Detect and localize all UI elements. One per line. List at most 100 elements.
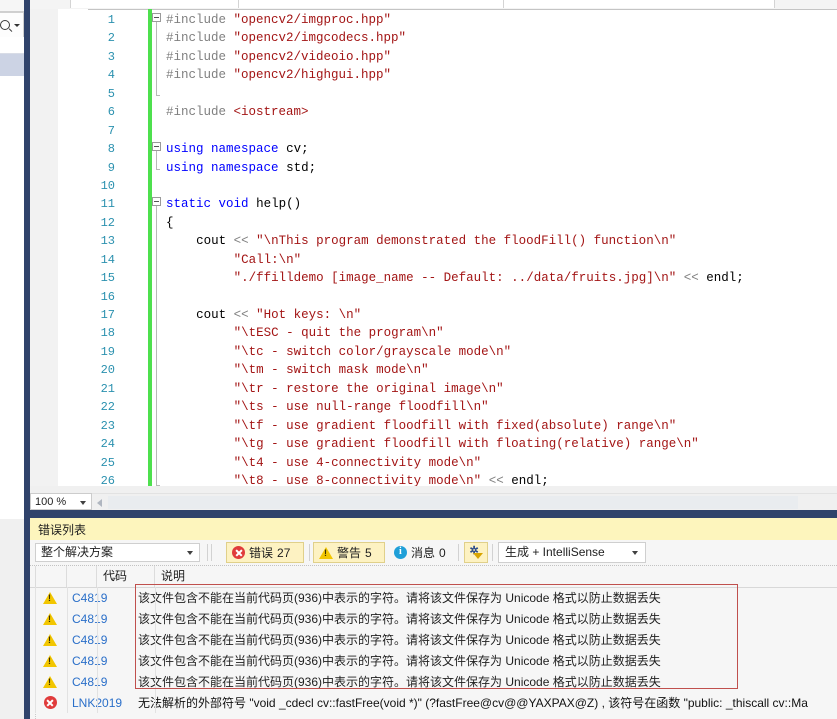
filter-toggle-button[interactable]: ✲ [464, 542, 488, 563]
chevron-down-icon [80, 501, 86, 505]
column-header-code-label: 代码 [103, 569, 128, 583]
row-description-cell: 该文件包含不能在当前代码页(936)中表示的字符。请将该文件保存为 Unicod… [138, 654, 661, 668]
line-number: 9 [107, 160, 115, 175]
toolbar-divider [211, 544, 212, 561]
code-line: static void help() [166, 197, 302, 212]
messages-filter-count: 0 [439, 545, 446, 560]
cell-divider [67, 608, 68, 629]
line-number: 25 [100, 455, 115, 470]
cell-divider [35, 692, 36, 713]
code-line: "\t8 - use 8-connectivity mode\n" << end… [233, 473, 549, 486]
table-row[interactable]: C4819 该文件包含不能在当前代码页(936)中表示的字符。请将该文件保存为 U… [30, 671, 837, 692]
scroll-left-button[interactable] [92, 494, 106, 511]
code-line: { [166, 215, 174, 230]
error-list-panel: 错误列表 整个解决方案 错误 27 警告 5 [30, 518, 837, 719]
fold-guide-line [156, 22, 160, 96]
cell-divider [155, 587, 156, 608]
cell-divider [97, 650, 98, 671]
warning-icon [319, 546, 333, 559]
zoom-level-dropdown[interactable]: 100 % [30, 493, 92, 510]
cell-divider [97, 671, 98, 692]
table-row[interactable]: C4819 该文件包含不能在当前代码页(936)中表示的字符。请将该文件保存为 U… [30, 629, 837, 650]
fold-toggle-icon[interactable] [152, 197, 161, 206]
table-row[interactable]: C4819 该文件包含不能在当前代码页(936)中表示的字符。请将该文件保存为 U… [30, 587, 837, 608]
code-line: "\tESC - quit the program\n" [233, 326, 444, 341]
code-editor[interactable]: 1 2 3 4 5 6 7 8 9 10 11 12 13 14 15 16 17 18 19 20 21 22 23 24 2… [30, 0, 837, 495]
code-line: using namespace cv; [166, 142, 309, 157]
code-line: "\tf - use gradient floodfill with fixed… [233, 418, 677, 433]
row-description-cell: 该文件包含不能在当前代码页(936)中表示的字符。请将该文件保存为 Unicod… [138, 612, 661, 626]
table-row[interactable]: C4819 该文件包含不能在当前代码页(936)中表示的字符。请将该文件保存为 U… [30, 650, 837, 671]
navbar-member-dropdown[interactable] [503, 0, 775, 8]
cell-divider [35, 671, 36, 692]
fold-toggle-icon[interactable] [152, 142, 161, 151]
row-description-cell: 该文件包含不能在当前代码页(936)中表示的字符。请将该文件保存为 Unicod… [138, 633, 661, 647]
chevron-down-icon [632, 551, 638, 555]
column-header-sort[interactable]: ⌐ [67, 566, 117, 587]
source-filter-dropdown[interactable]: 生成 + IntelliSense [498, 542, 646, 563]
navbar-type-dropdown[interactable] [238, 0, 505, 8]
row-code-cell: C4819 [72, 674, 108, 689]
warnings-filter-count: 5 [365, 545, 372, 560]
error-list-toolbar: 整个解决方案 错误 27 警告 5 消息 0 [30, 540, 837, 566]
left-stub-row-selected [0, 54, 24, 76]
cell-divider [97, 692, 98, 713]
left-stub-row-light [0, 37, 24, 54]
editor-horizontal-scrollbar[interactable] [92, 493, 837, 511]
cell-divider [155, 629, 156, 650]
left-stub-body [0, 76, 24, 519]
table-row[interactable]: C4819 该文件包含不能在当前代码页(936)中表示的字符。请将该文件保存为 U… [30, 608, 837, 629]
left-stub-top-strip [0, 0, 24, 12]
line-number: 15 [100, 271, 115, 286]
source-filter-value: 生成 + IntelliSense [505, 545, 605, 559]
line-number: 2 [107, 31, 115, 46]
code-line: "\tr - restore the original image\n" [233, 381, 504, 396]
column-header-severity[interactable] [35, 566, 67, 587]
cell-divider [97, 608, 98, 629]
line-number: 23 [100, 418, 115, 433]
cell-divider [35, 650, 36, 671]
cell-divider [67, 629, 68, 650]
outlining-column [152, 9, 166, 486]
navbar-project-dropdown[interactable] [70, 0, 240, 8]
code-line: #include "opencv2/videoio.hpp" [166, 49, 392, 64]
errors-filter-button[interactable]: 错误 27 [226, 542, 304, 563]
error-icon [232, 546, 245, 559]
column-header-description[interactable]: 说明 [155, 566, 837, 587]
scope-filter-dropdown[interactable]: 整个解决方案 [35, 543, 200, 562]
code-line: cout << "Hot keys: \n" [196, 308, 362, 322]
row-code-cell: C4819 [72, 611, 108, 626]
row-code-cell: C4819 [72, 632, 108, 647]
fold-toggle-icon[interactable] [152, 13, 161, 22]
line-number: 10 [100, 178, 115, 193]
line-number: 3 [107, 49, 115, 64]
warning-icon [43, 633, 57, 646]
scrollbar-thumb[interactable] [108, 496, 798, 509]
error-list-rows[interactable]: C4819 该文件包含不能在当前代码页(936)中表示的字符。请将该文件保存为 U… [30, 587, 837, 719]
error-list-title-bar[interactable]: 错误列表 [30, 518, 837, 541]
column-header-code[interactable]: 代码 [97, 566, 155, 587]
row-description-cell: 该文件包含不能在当前代码页(936)中表示的字符。请将该文件保存为 Unicod… [138, 675, 661, 689]
warning-icon [43, 591, 57, 604]
line-number: 5 [107, 86, 115, 101]
table-row[interactable]: LNK2019 无法解析的外部符号 "void _cdecl cv::fastFr… [30, 692, 837, 713]
messages-filter-button[interactable]: 消息 0 [388, 542, 460, 563]
line-number: 4 [107, 68, 115, 83]
line-number: 18 [100, 326, 115, 341]
errors-filter-count: 27 [277, 545, 291, 560]
search-dropdown-button[interactable] [0, 12, 24, 38]
warnings-filter-button[interactable]: 警告 5 [313, 542, 385, 563]
warning-icon [43, 675, 57, 688]
line-number: 21 [100, 381, 115, 396]
toolbar-divider [458, 544, 459, 561]
code-text-area[interactable]: #include "opencv2/imgproc.hpp" #include "… [166, 9, 837, 486]
cell-divider [155, 692, 156, 713]
triangle-left-icon [96, 498, 102, 507]
code-line: #include "opencv2/imgproc.hpp" [166, 13, 392, 27]
cell-divider [155, 671, 156, 692]
code-line: "\tm - switch mask mode\n" [233, 363, 429, 378]
left-toolbar-stub [0, 0, 24, 519]
